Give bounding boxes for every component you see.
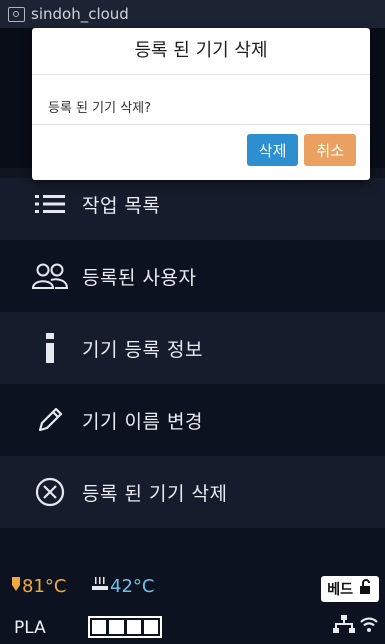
nozzle-icon	[10, 576, 22, 597]
bed-button-label: 베드	[327, 582, 353, 598]
bed-heat-icon	[90, 576, 110, 597]
printer-status-bar: 81°C 42°C 베드 PLA	[0, 564, 385, 644]
menu-item-rename-device[interactable]: 기기 이름 변경	[0, 384, 385, 456]
menu-item-label: 기기 이름 변경	[82, 410, 203, 433]
menu-item-registered-users[interactable]: 등록된 사용자	[0, 240, 385, 312]
delete-confirm-dialog: 등록 된 기기 삭제 등록 된 기기 삭제? 삭제 취소	[32, 28, 370, 180]
menu-item-label: 작업 목록	[82, 194, 161, 217]
menu-item-delete-device[interactable]: 등록 된 기기 삭제	[0, 456, 385, 528]
status-title: sindoh_cloud	[31, 5, 129, 23]
bed-temp-value: 42°C	[110, 576, 155, 597]
material-label: PLA	[14, 618, 46, 638]
app-icon	[8, 6, 25, 22]
pencil-icon	[30, 402, 70, 438]
ethernet-icon	[333, 614, 355, 638]
menu-item-label: 등록 된 기기 삭제	[82, 482, 228, 505]
network-status	[333, 614, 379, 638]
dialog-title: 등록 된 기기 삭제	[32, 28, 370, 75]
unlock-icon	[359, 579, 373, 599]
menu-item-device-info[interactable]: 기기 등록 정보	[0, 312, 385, 384]
cancel-button[interactable]: 취소	[304, 134, 356, 166]
dialog-buttons: 삭제 취소	[246, 134, 356, 166]
circle-x-icon	[30, 474, 70, 510]
menu-item-label: 기기 등록 정보	[82, 338, 203, 361]
wifi-icon	[359, 615, 379, 637]
filament-level-indicator	[88, 616, 162, 638]
status-bar: sindoh_cloud	[0, 0, 385, 28]
bed-temperature: 42°C	[90, 576, 154, 597]
nozzle-temperature: 81°C	[10, 576, 66, 597]
dialog-message: 등록 된 기기 삭제?	[32, 75, 370, 125]
menu-item-label: 등록된 사용자	[82, 266, 197, 289]
info-icon	[30, 330, 70, 366]
users-icon	[30, 258, 70, 294]
delete-button[interactable]: 삭제	[246, 134, 299, 166]
bed-button[interactable]: 베드	[321, 576, 379, 602]
nozzle-temp-value: 81°C	[22, 576, 67, 597]
list-icon	[30, 186, 70, 222]
